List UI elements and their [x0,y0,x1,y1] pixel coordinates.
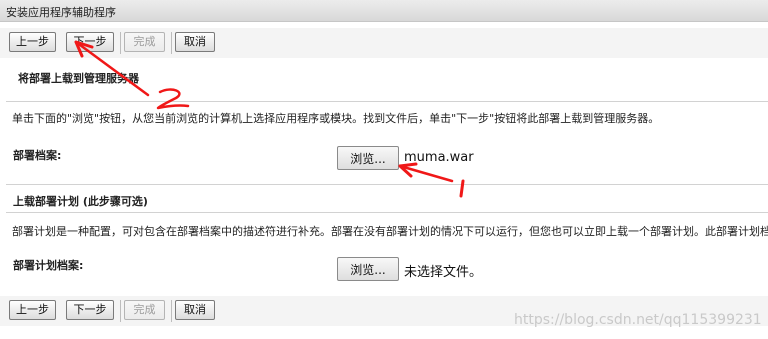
red-handwritten-mark-2 [156,88,190,110]
red-arrow-to-next [74,40,150,97]
annotation-overlay [74,40,465,198]
red-handwritten-mark-1 [459,179,465,198]
